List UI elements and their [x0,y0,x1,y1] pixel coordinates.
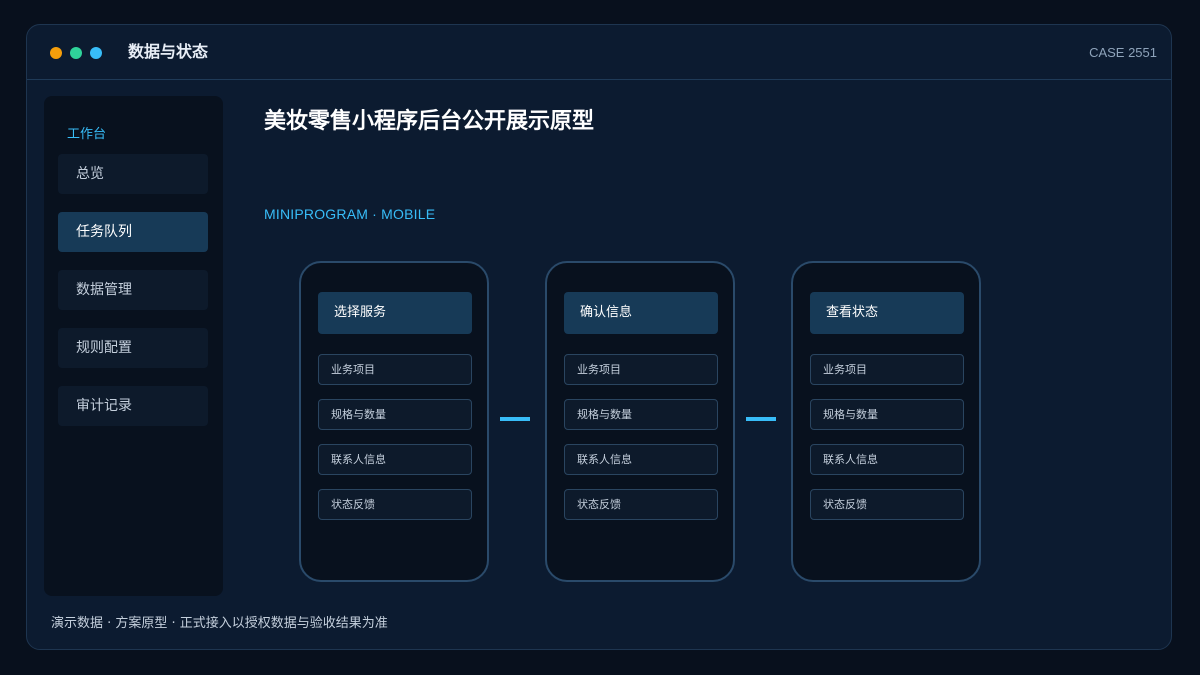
phone-field-spec-quantity[interactable]: 规格与数量 [810,399,964,430]
phone-header[interactable]: 选择服务 [318,292,472,334]
flow-connector [500,417,530,421]
phone-mockup-confirm-info: 确认信息 业务项目 规格与数量 联系人信息 状态反馈 [545,261,735,582]
sidebar: 工作台 总览 任务队列 数据管理 规则配置 审计记录 [44,96,223,596]
phone-field-spec-quantity[interactable]: 规格与数量 [318,399,472,430]
phone-field-contact-info[interactable]: 联系人信息 [318,444,472,475]
window-dot-orange[interactable] [50,47,62,59]
phone-field-spec-quantity[interactable]: 规格与数量 [564,399,718,430]
phone-header[interactable]: 查看状态 [810,292,964,334]
phone-field-contact-info[interactable]: 联系人信息 [810,444,964,475]
sidebar-item-audit-log[interactable]: 审计记录 [58,386,208,426]
flow-connector [746,417,776,421]
case-id: CASE 2551 [1089,45,1157,60]
page-subtitle: MINIPROGRAM · MOBILE [264,206,436,222]
footer-note: 演示数据 · 方案原型 · 正式接入以授权数据与验收结果为准 [51,616,388,631]
phone-header[interactable]: 确认信息 [564,292,718,334]
sidebar-item-task-queue[interactable]: 任务队列 [58,212,208,252]
app-window: 数据与状态 CASE 2551 工作台 总览 任务队列 数据管理 规则配置 审计… [26,24,1172,650]
sidebar-item-rule-config[interactable]: 规则配置 [58,328,208,368]
phone-field-business-item[interactable]: 业务项目 [318,354,472,385]
sidebar-heading: 工作台 [67,127,107,142]
phone-field-contact-info[interactable]: 联系人信息 [564,444,718,475]
phone-field-business-item[interactable]: 业务项目 [810,354,964,385]
title-bar: 数据与状态 CASE 2551 [27,25,1171,80]
window-dot-blue[interactable] [90,47,102,59]
phone-mockup-view-status: 查看状态 业务项目 规格与数量 联系人信息 状态反馈 [791,261,981,582]
sidebar-item-data-management[interactable]: 数据管理 [58,270,208,310]
sidebar-item-overview[interactable]: 总览 [58,154,208,194]
window-dot-green[interactable] [70,47,82,59]
page-title: 美妆零售小程序后台公开展示原型 [264,109,595,134]
app-title: 数据与状态 [128,42,209,61]
phone-field-status-feedback[interactable]: 状态反馈 [810,489,964,520]
phone-mockup-select-service: 选择服务 业务项目 规格与数量 联系人信息 状态反馈 [299,261,489,582]
phone-field-status-feedback[interactable]: 状态反馈 [564,489,718,520]
phone-field-status-feedback[interactable]: 状态反馈 [318,489,472,520]
phone-field-business-item[interactable]: 业务项目 [564,354,718,385]
